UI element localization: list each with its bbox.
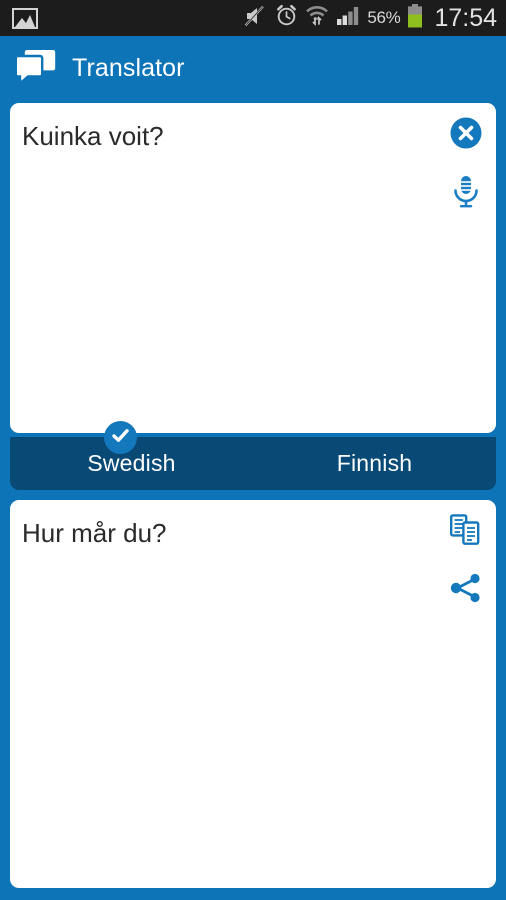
microphone-button[interactable] xyxy=(444,171,488,215)
language-selector-bar: Swedish Finnish xyxy=(10,437,496,490)
check-icon xyxy=(110,425,131,451)
wifi-icon xyxy=(305,5,329,32)
app-bar: Translator xyxy=(0,36,506,100)
microphone-icon xyxy=(450,174,482,213)
clear-icon xyxy=(449,116,483,155)
battery-percent-label: 56% xyxy=(367,8,401,27)
copy-button[interactable] xyxy=(444,510,488,554)
chat-bubbles-icon xyxy=(14,47,58,90)
result-card-actions xyxy=(444,510,488,612)
photo-icon xyxy=(12,7,38,29)
copy-icon xyxy=(449,513,483,551)
source-text[interactable]: Kuinka voit? xyxy=(22,119,436,153)
status-bar-system-icons: 56% 17:54 xyxy=(244,3,506,33)
app-root: 56% 17:54 Translator Kuinka voit? Swedis… xyxy=(0,0,506,900)
source-card-actions xyxy=(444,113,488,215)
battery-icon xyxy=(407,3,423,33)
signal-bars-icon xyxy=(336,5,360,31)
status-bar-notifications xyxy=(0,7,244,29)
translated-text: Hur mår du? xyxy=(22,518,167,548)
translation-result-card[interactable]: Hur mår du? xyxy=(10,500,496,888)
page-title: Translator xyxy=(72,53,185,82)
language-option-source[interactable]: Swedish xyxy=(10,450,253,477)
clear-button[interactable] xyxy=(444,113,488,157)
alarm-clock-icon xyxy=(275,4,298,32)
clock-label: 17:54 xyxy=(434,3,497,32)
share-button[interactable] xyxy=(444,568,488,612)
selected-language-check-badge[interactable] xyxy=(104,421,137,454)
source-text-card[interactable]: Kuinka voit? xyxy=(10,103,496,433)
status-bar: 56% 17:54 xyxy=(0,0,506,36)
mute-icon xyxy=(244,5,268,32)
language-option-target[interactable]: Finnish xyxy=(253,450,496,477)
share-icon xyxy=(450,573,482,608)
